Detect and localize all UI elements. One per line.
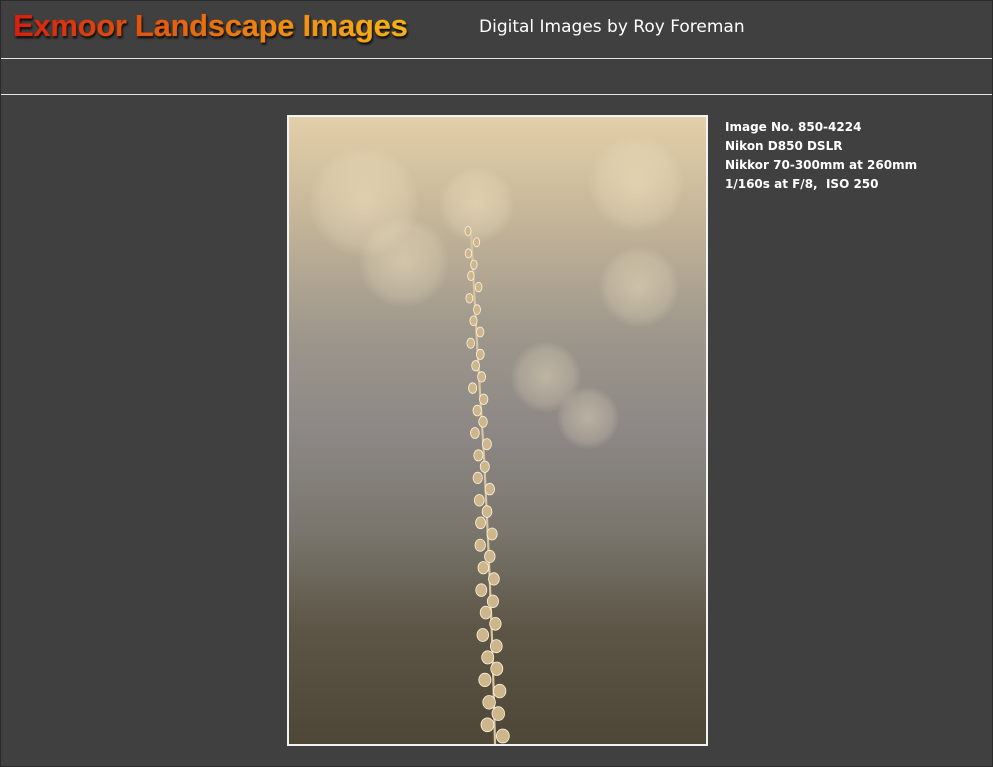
seed-head bbox=[489, 616, 502, 631]
seed-head bbox=[484, 549, 496, 563]
seed-head bbox=[476, 326, 485, 338]
seed-head bbox=[476, 348, 485, 360]
seed-head bbox=[474, 494, 485, 507]
seed-head bbox=[464, 226, 472, 236]
seed-head bbox=[478, 672, 492, 688]
seed-head bbox=[473, 237, 481, 248]
seed-head bbox=[478, 415, 488, 428]
seed-head bbox=[474, 281, 483, 293]
photo-details: Image No. 850-4224 Nikon D850 DSLR Nikko… bbox=[725, 118, 917, 194]
seed-head bbox=[495, 728, 510, 744]
seed-head bbox=[475, 516, 487, 530]
seed-head bbox=[472, 471, 483, 484]
seed-head bbox=[481, 438, 492, 451]
seed-head bbox=[474, 538, 486, 552]
seed-head bbox=[476, 628, 490, 642]
seed-head bbox=[488, 572, 500, 586]
seed-head bbox=[473, 304, 481, 315]
seed-head bbox=[482, 695, 496, 710]
seed-head bbox=[477, 371, 487, 383]
seed-head bbox=[475, 583, 488, 597]
seed-head bbox=[470, 427, 480, 439]
navigation-bar bbox=[1, 59, 992, 94]
header-divider-bottom bbox=[1, 94, 992, 95]
photo-frame bbox=[287, 115, 708, 746]
seed-head bbox=[467, 270, 475, 281]
seed-head bbox=[466, 337, 475, 349]
landscape-photo bbox=[289, 117, 706, 744]
seed-head bbox=[486, 594, 499, 609]
seed-head bbox=[479, 393, 489, 406]
seed-head bbox=[486, 527, 498, 541]
exposure-settings: 1/160s at F/8, ISO 250 bbox=[725, 177, 879, 191]
seed-head bbox=[479, 605, 492, 620]
seed-head bbox=[490, 661, 504, 676]
seed-head bbox=[477, 561, 490, 575]
seed-head bbox=[469, 315, 478, 327]
camera-model: Nikon D850 DSLR bbox=[725, 139, 843, 153]
seed-head bbox=[479, 460, 490, 473]
image-number: Image No. 850-4224 bbox=[725, 120, 862, 134]
seed-head bbox=[484, 482, 496, 496]
seed-head bbox=[481, 505, 493, 518]
seed-head bbox=[465, 293, 474, 304]
seed-head bbox=[481, 650, 495, 665]
seed-head bbox=[464, 248, 472, 259]
seed-head bbox=[471, 360, 480, 372]
site-header: Exmoor Landscape Images Digital Images b… bbox=[0, 0, 993, 58]
seed-head bbox=[493, 683, 507, 699]
site-subtitle: Digital Images by Roy Foreman bbox=[479, 17, 745, 37]
seed-head bbox=[490, 639, 503, 654]
grass-seed-stem bbox=[464, 226, 510, 744]
seed-head bbox=[480, 717, 495, 733]
seed-head bbox=[470, 259, 478, 270]
seed-head bbox=[472, 404, 482, 417]
site-title[interactable]: Exmoor Landscape Images bbox=[13, 8, 408, 44]
lens-details: Nikkor 70-300mm at 260mm bbox=[725, 158, 918, 172]
seed-head bbox=[473, 449, 484, 462]
seed-head bbox=[468, 382, 478, 394]
seed-head bbox=[491, 706, 506, 721]
